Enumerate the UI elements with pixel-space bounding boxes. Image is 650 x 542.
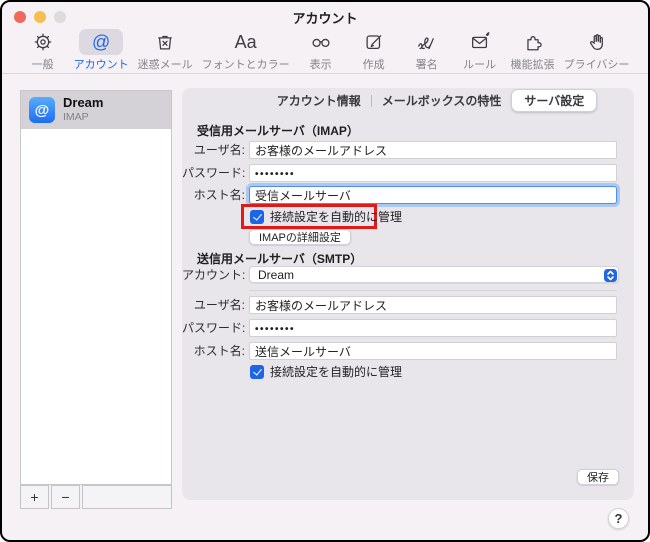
smtp-hostname-label: ホスト名: — [182, 342, 245, 360]
toolbar-item-signatures[interactable]: 署名 — [403, 29, 451, 72]
at-icon: @ — [79, 29, 123, 55]
smtp-auto-manage-row: 接続設定を自動的に管理 — [250, 364, 402, 379]
toolbar-label: 一般 — [32, 56, 54, 72]
save-button[interactable]: 保存 — [577, 469, 619, 485]
imap-password-row: パスワード: — [182, 164, 634, 182]
account-at-icon: @ — [29, 97, 55, 123]
toolbar-item-privacy[interactable]: プライバシー — [562, 29, 632, 72]
tab-mailbox-behaviors[interactable]: メールボックスの特性 — [372, 90, 512, 111]
compose-icon — [352, 29, 396, 55]
imap-auto-manage-label: 接続設定を自動的に管理 — [270, 208, 402, 225]
smtp-section-heading: 送信用メールサーバ（SMTP） — [197, 250, 362, 267]
trash-x-icon — [143, 29, 187, 55]
toolbar-item-general[interactable]: 一般 — [19, 29, 67, 72]
account-name: Dream — [63, 95, 103, 110]
rules-icon — [458, 29, 502, 55]
smtp-hostname-row: ホスト名: — [182, 342, 634, 360]
imap-username-row: ユーザ名: — [182, 141, 634, 159]
toolbar-label: 作成 — [363, 56, 385, 72]
account-type: IMAP — [63, 111, 89, 123]
toolbar-label: 迷惑メール — [138, 56, 193, 72]
imap-password-label: パスワード: — [182, 164, 245, 182]
remove-account-button[interactable]: − — [51, 485, 80, 509]
help-button[interactable]: ? — [608, 508, 629, 529]
sidebar-account-item[interactable]: @ Dream IMAP — [21, 91, 171, 129]
toolbar-item-rules[interactable]: ルール — [456, 29, 504, 72]
toolbar-item-accounts[interactable]: @ アカウント — [72, 29, 131, 72]
window-title: アカウント — [2, 8, 648, 27]
fonts-icon: Aa — [224, 29, 268, 55]
gear-icon — [21, 29, 65, 55]
accounts-sidebar: @ Dream IMAP — [20, 90, 172, 485]
smtp-auto-manage-label: 接続設定を自動的に管理 — [270, 363, 402, 380]
toolbar-item-viewing[interactable]: 表示 — [297, 29, 345, 72]
smtp-account-dropdown[interactable]: Dream — [249, 266, 619, 283]
preferences-toolbar: 一般 @ アカウント 迷惑メール Aa フォントとカラー — [2, 29, 648, 73]
add-account-button[interactable]: + — [20, 485, 49, 509]
toolbar-item-composing[interactable]: 作成 — [350, 29, 398, 72]
imap-auto-manage-checkbox[interactable] — [250, 210, 264, 224]
smtp-password-row: パスワード: — [182, 319, 634, 337]
toolbar-label: プライバシー — [564, 56, 630, 72]
tab-server-settings[interactable]: サーバ設定 — [511, 89, 597, 112]
toolbar-label: 機能拡張 — [511, 56, 555, 72]
imap-section-heading: 受信用メールサーバ（IMAP） — [197, 122, 359, 139]
smtp-auto-manage-checkbox[interactable] — [250, 365, 264, 379]
smtp-account-value: Dream — [258, 268, 294, 283]
imap-advanced-settings-button[interactable]: IMAPの詳細設定 — [249, 229, 351, 245]
server-settings-panel: アカウント情報 メールボックスの特性 サーバ設定 受信用メールサーバ（IMAP）… — [182, 88, 634, 500]
smtp-account-label: アカウント: — [182, 266, 245, 284]
toolbar-item-extensions[interactable]: 機能拡張 — [509, 29, 557, 72]
imap-username-label: ユーザ名: — [182, 141, 245, 159]
tab-account-info[interactable]: アカウント情報 — [267, 90, 371, 111]
imap-password-input[interactable] — [249, 164, 617, 182]
toolbar-label: 署名 — [416, 56, 438, 72]
section-separator — [249, 290, 617, 291]
hand-icon — [575, 29, 619, 55]
imap-hostname-label: ホスト名: — [182, 186, 245, 204]
smtp-username-row: ユーザ名: — [182, 296, 634, 314]
toolbar-label: フォントとカラー — [202, 56, 290, 72]
smtp-password-input[interactable] — [249, 319, 617, 337]
imap-auto-manage-row: 接続設定を自動的に管理 — [250, 209, 402, 224]
smtp-hostname-input[interactable] — [249, 342, 617, 360]
chevron-up-down-icon — [604, 269, 617, 282]
smtp-account-row: アカウント: Dream — [182, 266, 634, 284]
account-tabs: アカウント情報 メールボックスの特性 サーバ設定 — [182, 90, 634, 111]
toolbar-item-fonts-colors[interactable]: Aa フォントとカラー — [200, 29, 292, 72]
smtp-username-label: ユーザ名: — [182, 296, 245, 314]
toolbar-label: ルール — [463, 56, 496, 72]
imap-username-input[interactable] — [249, 141, 617, 159]
sidebar-footer: + − — [20, 485, 172, 509]
mail-preferences-window: アカウント 一般 @ アカウント — [0, 0, 650, 542]
imap-hostname-row: ホスト名: — [182, 186, 634, 204]
smtp-username-input[interactable] — [249, 296, 617, 314]
toolbar-separator — [2, 73, 648, 74]
puzzle-icon — [511, 29, 555, 55]
title-bar: アカウント — [2, 2, 648, 28]
signature-icon — [405, 29, 449, 55]
toolbar-label: 表示 — [310, 56, 332, 72]
toolbar-label: アカウント — [74, 56, 129, 72]
toolbar-item-junk-mail[interactable]: 迷惑メール — [136, 29, 195, 72]
imap-hostname-input[interactable] — [249, 186, 617, 204]
smtp-password-label: パスワード: — [182, 319, 245, 337]
sidebar-footer-filler — [82, 485, 172, 509]
glasses-icon — [299, 29, 343, 55]
